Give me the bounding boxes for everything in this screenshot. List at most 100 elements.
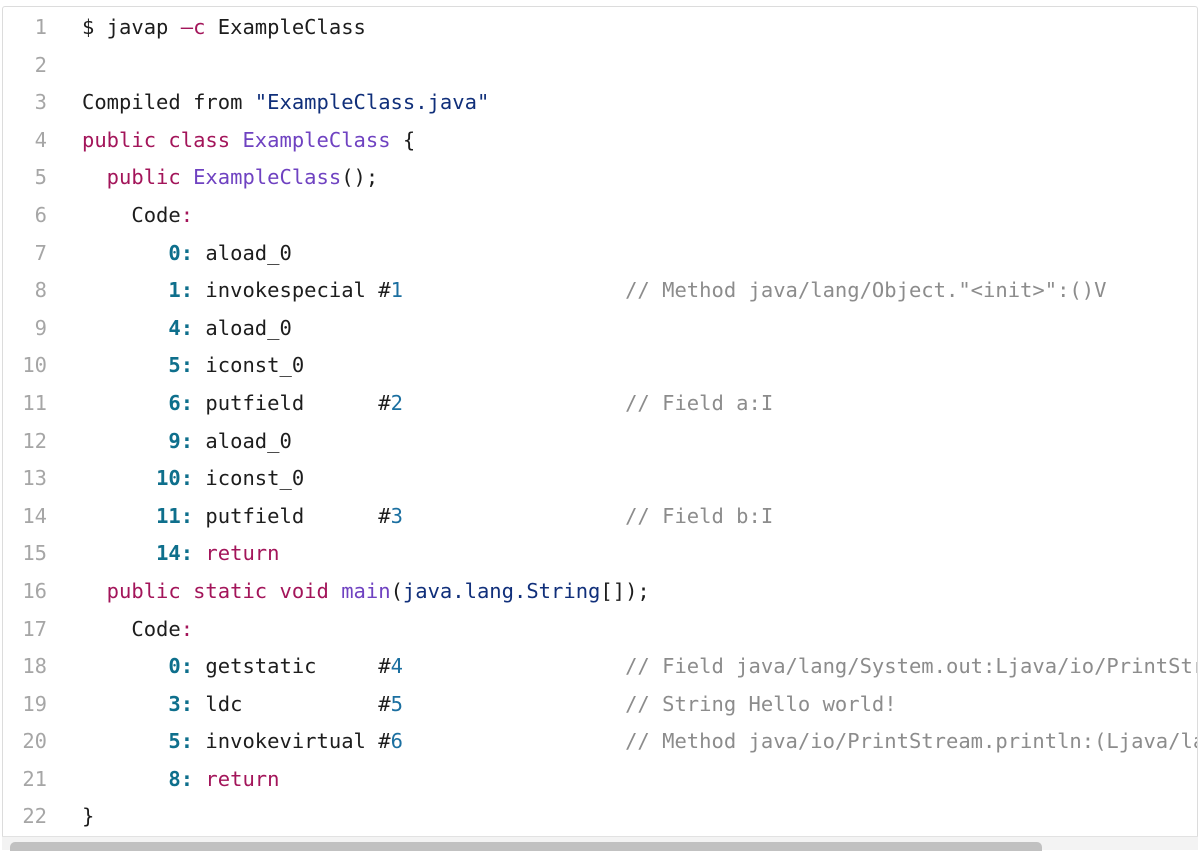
code-token: $ javap <box>82 15 181 39</box>
code-token: 1 <box>391 278 403 302</box>
horizontal-scrollbar[interactable] <box>2 836 1198 850</box>
code-token <box>82 316 168 340</box>
code-line: 20 5: invokevirtual #6 // Method java/io… <box>3 723 1197 761</box>
code-line: 6 Code: <box>3 197 1197 235</box>
code-token: 5 <box>391 692 403 716</box>
code-token: ( <box>391 579 403 603</box>
code-block: 1$ javap –c ExampleClass23Compiled from … <box>2 6 1198 850</box>
code-token: 2 <box>391 391 403 415</box>
code-token <box>82 541 156 565</box>
line-number: 20 <box>3 723 47 761</box>
line-source: 8: return <box>82 761 1197 799</box>
line-number: 4 <box>3 122 47 160</box>
code-line: 18 0: getstatic #4 // Field java/lang/Sy… <box>3 648 1197 686</box>
code-token: (); <box>341 165 378 189</box>
code-token: return <box>193 541 279 565</box>
code-token <box>82 767 168 791</box>
line-number: 16 <box>3 573 47 611</box>
code-line: 12 9: aload_0 <box>3 423 1197 461</box>
code-token: // Method java/io/PrintStream.println:(L… <box>625 729 1197 753</box>
code-token <box>403 391 625 415</box>
line-number: 17 <box>3 611 47 649</box>
line-number: 5 <box>3 159 47 197</box>
code-token: 4: <box>168 316 193 340</box>
code-token: 9: <box>168 429 193 453</box>
code-token: 0: <box>168 241 193 265</box>
code-line: 19 3: ldc #5 // String Hello world! <box>3 686 1197 724</box>
code-token: 11: <box>156 504 193 528</box>
code-token: ExampleClass <box>193 165 341 189</box>
code-token: aload_0 <box>193 429 292 453</box>
code-token: 3: <box>168 692 193 716</box>
code-token: { <box>391 128 416 152</box>
code-token <box>403 504 625 528</box>
line-source: 5: invokevirtual #6 // Method java/io/Pr… <box>82 723 1197 761</box>
code-line: 16 public static void main(java.lang.Str… <box>3 573 1197 611</box>
code-token <box>82 241 168 265</box>
code-token: : <box>181 203 193 227</box>
code-token: # <box>378 654 390 678</box>
code-token: iconst_0 <box>193 353 304 377</box>
code-lines: 1$ javap –c ExampleClass23Compiled from … <box>3 9 1197 836</box>
code-token: # <box>378 729 390 753</box>
code-token: getstatic <box>193 654 378 678</box>
code-token: 3 <box>391 504 403 528</box>
code-token: "ExampleClass.java" <box>255 90 490 114</box>
line-source: 10: iconst_0 <box>82 460 1197 498</box>
code-token: } <box>82 804 94 828</box>
line-number: 7 <box>3 235 47 273</box>
code-line: 2 <box>3 47 1197 85</box>
line-source: public static void main(java.lang.String… <box>82 573 1197 611</box>
code-token: Code <box>82 203 181 227</box>
code-token: 10: <box>156 466 193 490</box>
code-token: ExampleClass <box>242 128 390 152</box>
line-number: 19 <box>3 686 47 724</box>
code-token: putfield <box>193 391 378 415</box>
code-token: main <box>341 579 390 603</box>
code-line: 14 11: putfield #3 // Field b:I <box>3 498 1197 536</box>
code-token: java.lang.String <box>403 579 600 603</box>
code-line: 21 8: return <box>3 761 1197 799</box>
code-line: 3Compiled from "ExampleClass.java" <box>3 84 1197 122</box>
code-line: 4 public class ExampleClass { <box>3 122 1197 160</box>
line-source: 3: ldc #5 // String Hello world! <box>82 686 1197 724</box>
code-token: Compiled from <box>82 90 255 114</box>
line-number: 15 <box>3 535 47 573</box>
line-source: 0: getstatic #4 // Field java/lang/Syste… <box>82 648 1197 686</box>
code-token: 6: <box>168 391 193 415</box>
code-line: 7 0: aload_0 <box>3 235 1197 273</box>
line-source: 11: putfield #3 // Field b:I <box>82 498 1197 536</box>
code-token: ExampleClass <box>205 15 365 39</box>
line-number: 13 <box>3 460 47 498</box>
line-source: Code: <box>82 611 1197 649</box>
code-token <box>403 692 625 716</box>
code-token: aload_0 <box>193 241 292 265</box>
code-token: // String Hello world! <box>625 692 897 716</box>
code-token: // Field java/lang/System.out:Ljava/io/P… <box>625 654 1197 678</box>
code-line: 5 public ExampleClass(); <box>3 159 1197 197</box>
code-token <box>82 391 168 415</box>
code-line: 17 Code: <box>3 611 1197 649</box>
code-token: 14: <box>156 541 193 565</box>
line-source: 0: aload_0 <box>82 235 1197 273</box>
code-token <box>403 654 625 678</box>
line-number: 11 <box>3 385 47 423</box>
code-token: // Field b:I <box>625 504 773 528</box>
line-number: 22 <box>3 798 47 836</box>
code-line: 9 4: aload_0 <box>3 310 1197 348</box>
code-token: public class <box>82 128 242 152</box>
line-source: 4: aload_0 <box>82 310 1197 348</box>
code-token: 8: <box>168 767 193 791</box>
code-token: []); <box>600 579 649 603</box>
code-token <box>82 692 168 716</box>
code-token: invokespecial <box>193 278 378 302</box>
code-line: 11 6: putfield #2 // Field a:I <box>3 385 1197 423</box>
code-token: # <box>378 692 390 716</box>
line-source: 5: iconst_0 <box>82 347 1197 385</box>
code-token <box>82 278 168 302</box>
code-token: aload_0 <box>193 316 292 340</box>
code-token: Code <box>82 617 181 641</box>
code-token: public static void <box>82 579 341 603</box>
code-token: # <box>378 504 390 528</box>
line-source: public class ExampleClass { <box>82 122 1197 160</box>
